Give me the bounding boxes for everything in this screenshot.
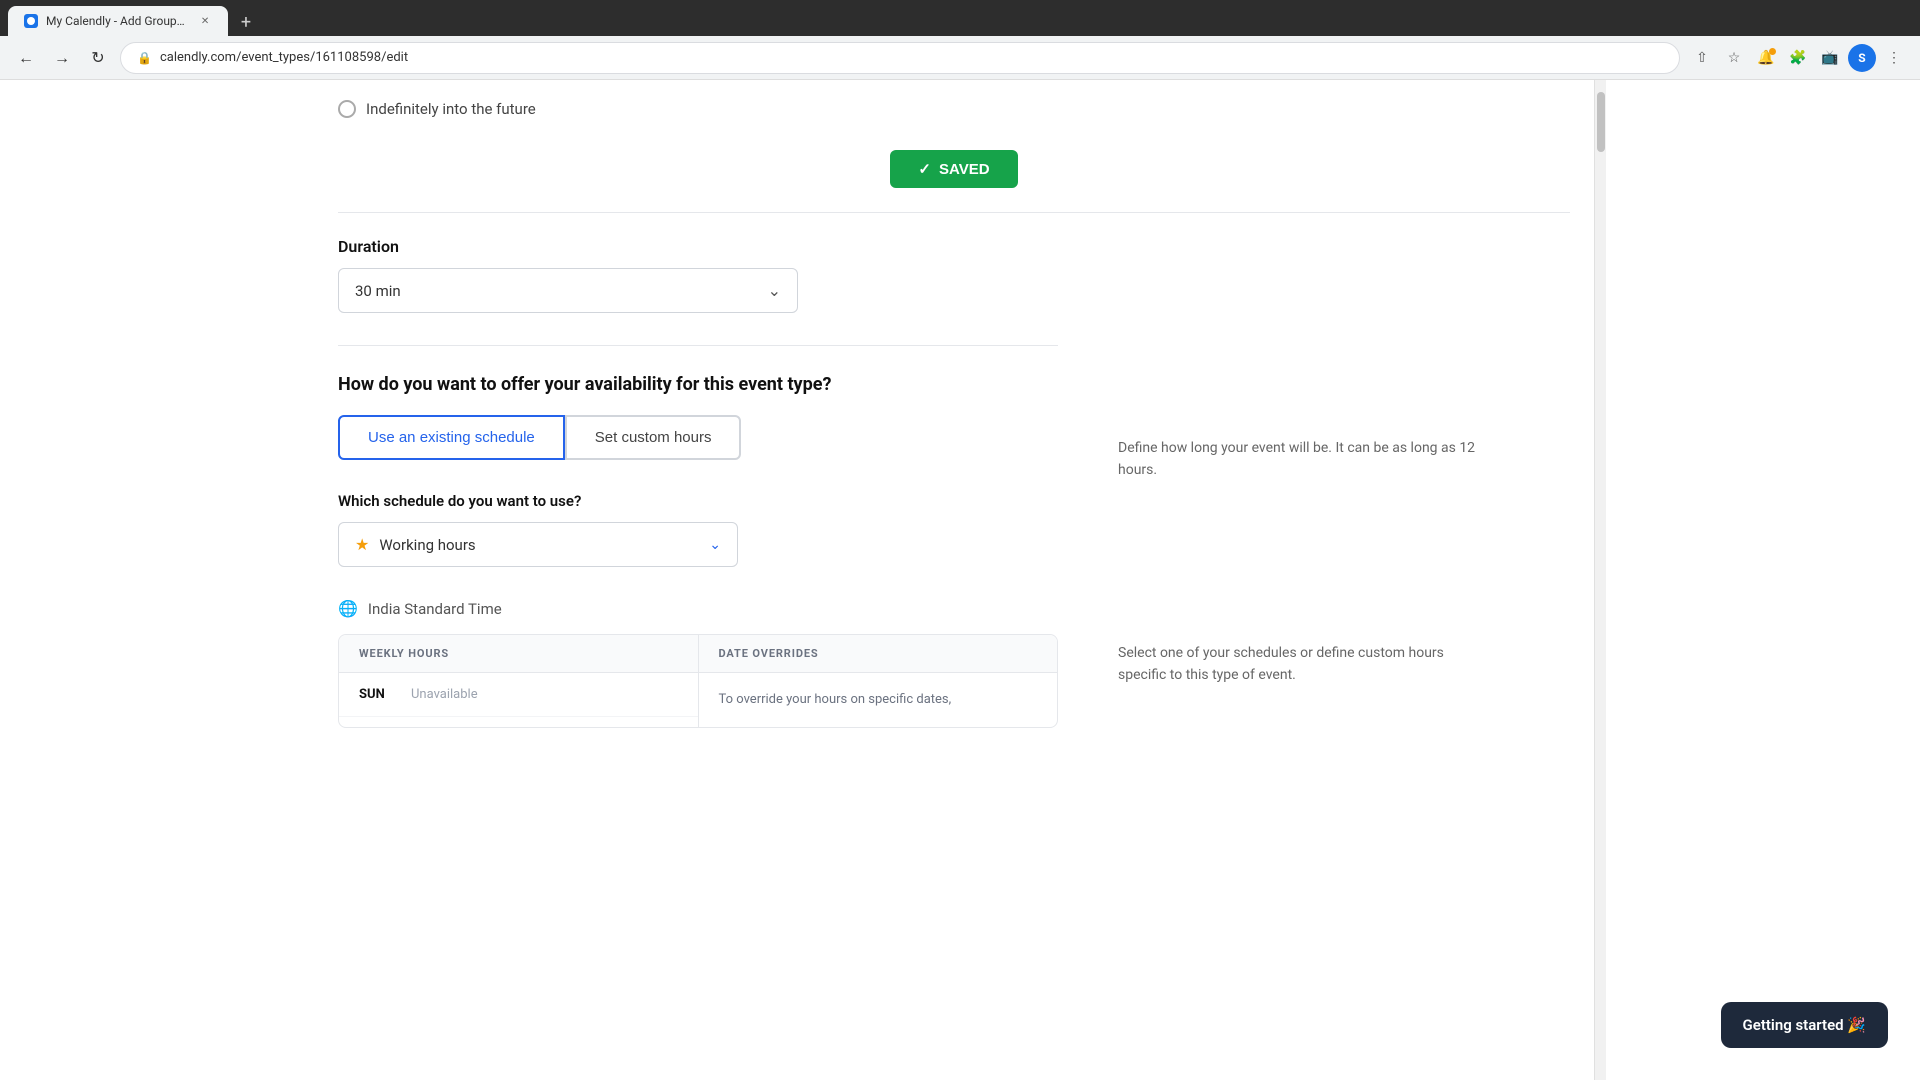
day-sun-label: SUN	[359, 687, 395, 702]
share-icon[interactable]: ⇧	[1688, 44, 1716, 72]
availability-toggle-group: Use an existing schedule Set custom hour…	[338, 415, 1058, 460]
help-section: Define how long your event will be. It c…	[1098, 237, 1478, 728]
schedule-dropdown-left: ★ Working hours	[355, 535, 476, 554]
toolbar-actions: ⇧ ☆ 🔔 🧩 📺 S ⋮	[1688, 44, 1908, 72]
back-button[interactable]: ←	[12, 44, 40, 72]
date-overrides-text: To override your hours on specific dates…	[699, 673, 1058, 727]
duration-help-text: Define how long your event will be. It c…	[1118, 440, 1475, 478]
form-section: Duration 30 min ⌄ How do you want to off…	[338, 237, 1098, 728]
set-custom-hours-label: Set custom hours	[595, 429, 712, 446]
availability-help-text: Select one of your schedules or define c…	[1118, 645, 1444, 683]
url-text: calendly.com/event_types/161108598/edit	[160, 50, 408, 65]
lock-icon: 🔒	[137, 51, 152, 65]
radio-indefinitely-label: Indefinitely into the future	[366, 100, 536, 118]
tab-close-button[interactable]: ✕	[198, 13, 212, 29]
cast-icon[interactable]: 📺	[1816, 44, 1844, 72]
which-schedule-label: Which schedule do you want to use?	[338, 492, 1058, 510]
browser-window: My Calendly - Add Group Event ✕ + ← → ↻ …	[0, 0, 1920, 1080]
section-divider-1	[338, 345, 1058, 346]
tab-favicon	[24, 14, 38, 28]
menu-icon[interactable]: ⋮	[1880, 44, 1908, 72]
address-bar[interactable]: 🔒 calendly.com/event_types/161108598/edi…	[120, 42, 1680, 74]
duration-help: Define how long your event will be. It c…	[1118, 437, 1478, 482]
globe-icon: 🌐	[338, 599, 358, 618]
timezone-label: India Standard Time	[368, 600, 502, 618]
scrollbar[interactable]	[1594, 80, 1606, 1080]
page-content[interactable]: Indefinitely into the future ✓ SAVED Dur…	[314, 80, 1594, 1080]
refresh-button[interactable]: ↻	[84, 44, 112, 72]
timezone-row: 🌐 India Standard Time	[338, 599, 1058, 618]
duration-label: Duration	[338, 237, 1058, 256]
check-icon: ✓	[918, 160, 931, 178]
day-sun-value: Unavailable	[411, 687, 478, 702]
availability-help: Select one of your schedules or define c…	[1118, 642, 1478, 687]
set-custom-hours-button[interactable]: Set custom hours	[565, 415, 742, 460]
active-tab[interactable]: My Calendly - Add Group Event ✕	[8, 6, 228, 36]
toast-label: Getting started 🎉	[1743, 1016, 1866, 1034]
saved-button[interactable]: ✓ SAVED	[890, 150, 1017, 188]
use-existing-schedule-button[interactable]: Use an existing schedule	[338, 415, 565, 460]
duration-value: 30 min	[355, 282, 401, 300]
radio-indefinitely-circle[interactable]	[338, 100, 356, 118]
radio-indefinitely-row[interactable]: Indefinitely into the future	[338, 80, 1570, 134]
page-wrapper: Indefinitely into the future ✓ SAVED Dur…	[0, 80, 1920, 1080]
availability-section: How do you want to offer your availabili…	[338, 374, 1058, 460]
main-layout: Duration 30 min ⌄ How do you want to off…	[338, 237, 1570, 728]
star-icon: ★	[355, 535, 369, 554]
profile-button[interactable]: S	[1848, 44, 1876, 72]
weekly-hours-header: WEEKLY HOURS	[339, 635, 698, 673]
schedule-value: Working hours	[379, 536, 475, 554]
extensions-icon[interactable]: 🧩	[1784, 44, 1812, 72]
saved-bar: ✓ SAVED	[338, 134, 1570, 213]
hours-table: WEEKLY HOURS SUN Unavailable DATE OVERRI…	[338, 634, 1058, 728]
browser-toolbar: ← → ↻ 🔒 calendly.com/event_types/1611085…	[0, 36, 1920, 80]
duration-section: Duration 30 min ⌄	[338, 237, 1058, 313]
weekly-hours-col: WEEKLY HOURS SUN Unavailable	[339, 635, 699, 727]
new-tab-button[interactable]: +	[232, 8, 260, 36]
tab-bar: My Calendly - Add Group Event ✕ +	[0, 0, 1920, 36]
date-overrides-col: DATE OVERRIDES To override your hours on…	[699, 635, 1058, 727]
date-overrides-header: DATE OVERRIDES	[699, 635, 1058, 673]
availability-question: How do you want to offer your availabili…	[338, 374, 1058, 395]
forward-button[interactable]: →	[48, 44, 76, 72]
tab-title: My Calendly - Add Group Event	[46, 14, 186, 28]
schedule-chevron-icon: ⌄	[709, 537, 721, 553]
duration-chevron-icon: ⌄	[768, 281, 781, 300]
table-row: SUN Unavailable	[339, 673, 698, 717]
use-existing-schedule-label: Use an existing schedule	[368, 429, 535, 446]
getting-started-toast[interactable]: Getting started 🎉	[1721, 1002, 1888, 1048]
bookmark-icon[interactable]: ☆	[1720, 44, 1748, 72]
which-schedule-section: Which schedule do you want to use? ★ Wor…	[338, 492, 1058, 567]
saved-label: SAVED	[939, 161, 990, 178]
schedule-dropdown[interactable]: ★ Working hours ⌄	[338, 522, 738, 567]
notification-icon[interactable]: 🔔	[1752, 44, 1780, 72]
duration-dropdown[interactable]: 30 min ⌄	[338, 268, 798, 313]
